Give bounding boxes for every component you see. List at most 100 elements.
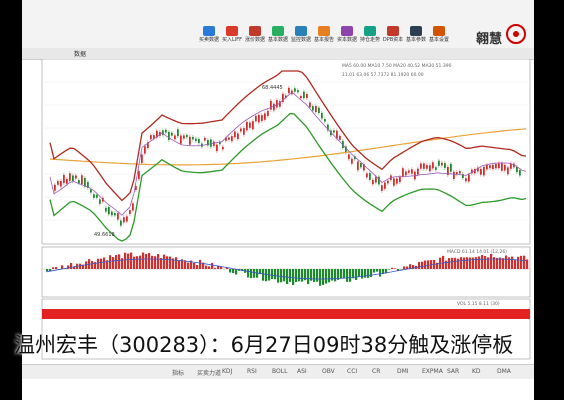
macd-bar [70,262,73,269]
toolbar-button-0[interactable]: 买卖数据 [198,26,220,46]
macd-bar [490,253,493,269]
macd-bar [349,269,352,282]
settings-icon [433,26,445,36]
macd-bar [118,254,121,269]
macd-bar [328,269,331,283]
macd-bar [403,266,406,269]
macd-bar [427,260,430,269]
indicator-tab-1[interactable]: 买卖力道 [197,368,221,377]
macd-bar [193,262,196,269]
indicator-tab-3[interactable]: RSI [247,368,257,375]
macd-bar [463,257,466,269]
macd-bar [151,255,154,269]
macd-bar [112,257,115,269]
monitor-icon [295,26,307,36]
toolbar-button-9[interactable]: 基本参数 [405,26,427,46]
macd-bar [271,269,274,280]
toolbar-button-6[interactable]: 资本数据 [336,26,358,46]
toolbar-button-3[interactable]: 基本数据 [267,26,289,46]
macd-bar [358,269,361,277]
toolbar-button-label: 买入LIFF [221,37,242,43]
macd-bar [379,269,382,277]
dpb-icon [387,26,399,36]
macd-bar [418,262,421,269]
macd-bar [520,255,523,269]
indicator-tab-12[interactable]: KD [472,368,481,375]
macd-bar [145,253,148,269]
macd-bar [46,269,49,272]
macd-bar [307,269,310,285]
macd-bar [475,257,478,269]
toolbar-button-10[interactable]: 基本设置 [428,26,450,46]
macd-bar [127,253,130,269]
toolbar-button-label: 基本设置 [428,37,449,43]
indicator-tab-4[interactable]: BOLL [272,368,287,375]
indicator-tab-10[interactable]: EXPMA [422,368,443,375]
macd-bar [187,262,190,269]
macd-bar [262,269,265,281]
macd-bar [481,255,484,269]
macd-bar [454,257,457,269]
macd-bar [166,256,169,269]
indicator-tab-2[interactable]: KDJ [222,368,232,375]
macd-bar [274,269,277,280]
macd-bar [142,252,145,269]
macd-bar [502,258,505,269]
macd-bar [334,269,337,282]
macd-bar [346,269,349,282]
macd-bar [505,255,508,269]
macd-bar [352,269,355,279]
macd-bar [169,256,172,269]
macd-bar [322,269,325,285]
buy-icon [226,26,238,36]
toolbar-button-7[interactable]: 持仓走势 [359,26,381,46]
indicator-tab-7[interactable]: CCI [347,368,357,375]
macd-bar [370,269,373,277]
low-price-label: 49.6618 [94,232,115,238]
macd-bar [391,267,394,269]
toolbar-button-1[interactable]: 买入LIFF [221,26,243,46]
toolbar-button-8[interactable]: DPB资本 [382,26,404,46]
macd-bar [280,269,283,283]
macd-bar [124,252,127,269]
indicator-tab-5[interactable]: ASI [297,368,307,375]
price-panel [41,59,531,245]
indicator-tab-0[interactable]: 指标 [172,368,184,377]
tab-data[interactable]: 数据 [74,49,86,58]
macd-bar [247,269,250,278]
macd-bar [232,269,235,274]
param-icon [410,26,422,36]
headline-caption: 温州宏丰（300283）：6月27日09时38分触及涨停板 [14,333,514,357]
macd-bar [460,257,463,269]
toolbar-button-4[interactable]: 监控数据 [290,26,312,46]
macd-bar [340,269,343,279]
indicator-tab-11[interactable]: SAR [447,368,459,375]
volume-label: VOL 5.15 8.11 (30) [457,301,500,307]
indicator-tab-8[interactable]: CR [372,368,380,375]
macd-bar [319,269,322,286]
macd-bar [355,269,358,281]
macd-bar [517,256,520,269]
stock-icon [203,26,215,36]
macd-bar [289,269,292,282]
toolbar-button-5[interactable]: 基本报告 [313,26,335,46]
macd-bar [373,269,376,273]
toolbar-button-2[interactable]: 涨价数据 [244,26,266,46]
macd-label: MACD 61.14 14.01 (12,26) [447,249,507,255]
indicator-tab-13[interactable]: DMA [497,368,511,375]
macd-bar [211,262,214,269]
indicator-tab-9[interactable]: DMI [397,368,409,375]
brand-name: 翱慧 [475,32,502,47]
toolbar-button-label: 买卖数据 [198,37,219,43]
legend-line-1: MA5 60.00 MA10 7.50 MA20 40.52 MA30 51.3… [342,63,452,69]
indicator-tab-6[interactable]: OBV [322,368,335,375]
macd-bar [265,269,268,282]
macd-bar [496,257,499,269]
high-price-label: 68.4445 [262,85,283,91]
legend-line-2: 11.01 63.06 57.7372 81.1920 60.00 [342,72,424,78]
macd-bar [154,256,157,269]
price-icon [249,26,261,36]
brand-logo-icon [506,24,526,44]
macd-bar [511,256,514,269]
toolbar-button-label: 监控数据 [290,37,311,43]
